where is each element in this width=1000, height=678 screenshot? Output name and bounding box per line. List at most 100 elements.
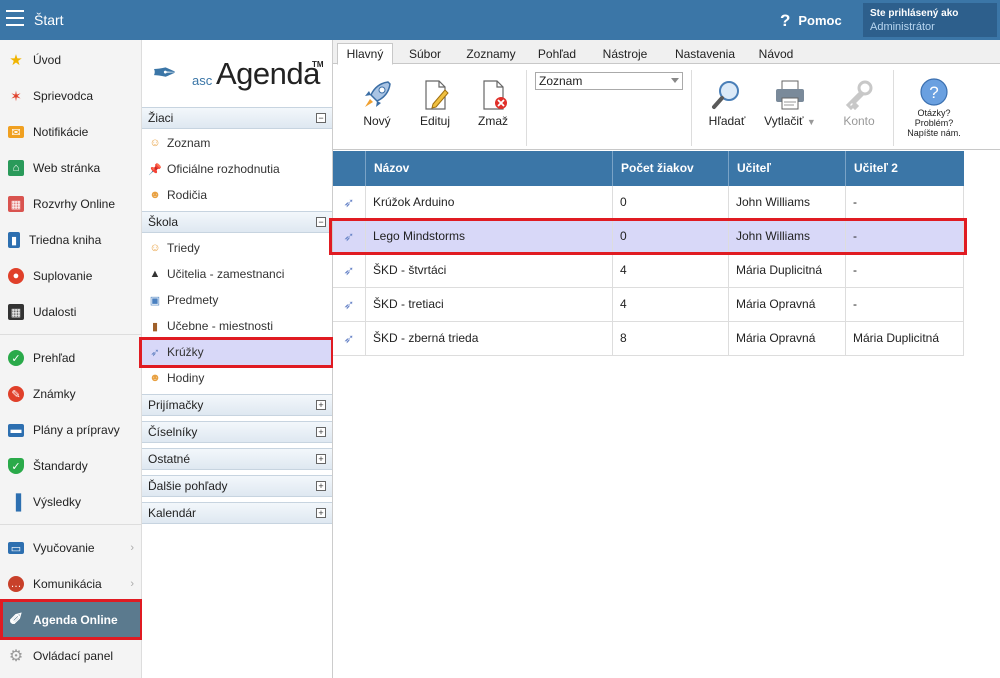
sidebar-divider xyxy=(0,334,142,335)
sidebar-item-znamky[interactable]: ✎ Známky xyxy=(0,376,142,412)
hamburger-menu-icon[interactable] xyxy=(6,10,24,26)
tab-subor[interactable]: Súbor xyxy=(397,44,453,64)
sidebar-item-rozvrhy-online[interactable]: ▦ Rozvrhy Online xyxy=(0,186,142,222)
svg-text:?: ? xyxy=(929,83,938,102)
sidebar-item-label: Udalosti xyxy=(33,305,77,319)
top-bar: Štart ? Pomoc Ste prihlásený ako Administ… xyxy=(0,0,1000,40)
magnifier-icon xyxy=(705,76,749,114)
sidebar-item-label: Triedna kniha xyxy=(29,233,102,247)
tab-pohlad[interactable]: Pohľad xyxy=(529,44,585,64)
tab-navod[interactable]: Návod xyxy=(749,44,803,64)
cell-ucitel-2: - xyxy=(846,254,964,288)
nav-item-predmety[interactable]: ▣ Predmety xyxy=(142,287,332,313)
tab-nastavenia[interactable]: Nastavenia xyxy=(667,44,743,64)
collapse-minus-icon[interactable]: − xyxy=(316,113,326,123)
edituj-label: Edituj xyxy=(419,114,451,128)
class-icon: ☺ xyxy=(149,242,161,254)
sidebar-item-udalosti[interactable]: ▦ Udalosti xyxy=(0,294,142,330)
konto-button[interactable]: Konto xyxy=(837,76,881,128)
cell-pocet-ziakov: 0 xyxy=(613,186,729,220)
logo-prefix: asc xyxy=(192,73,213,88)
rocket-icon: ➶ xyxy=(150,346,160,359)
table-row[interactable]: ➶ ŠKD - tretiaci 4 Mária Opravná - xyxy=(333,288,964,322)
sidebar-item-vysledky[interactable]: ▐ Výsledky xyxy=(0,484,142,520)
sidebar-item-suplovanie[interactable]: ● Suplovanie xyxy=(0,258,142,294)
table-row[interactable]: ➶ ŠKD - zberná trieda 8 Mária Opravná Má… xyxy=(333,322,964,356)
nav-item-zoznam[interactable]: ☺ Zoznam xyxy=(142,130,332,156)
header-ucitel-2[interactable]: Učiteľ 2 xyxy=(846,151,964,186)
sidebar-item-triedna-kniha[interactable]: ▮ Triedna kniha xyxy=(0,222,142,258)
door-icon: ▮ xyxy=(151,320,159,333)
group-prijimacky[interactable]: Prijímačky + xyxy=(142,394,332,416)
tab-zoznamy[interactable]: Zoznamy xyxy=(459,44,523,64)
group-kalendar[interactable]: Kalendár + xyxy=(142,502,332,524)
tab-hlavny[interactable]: Hlavný xyxy=(337,43,393,65)
header-ucitel[interactable]: Učiteľ xyxy=(729,151,846,186)
help-button[interactable]: ? Pomoc xyxy=(780,11,842,31)
sidebar-item-standardy[interactable]: ✓ Štandardy xyxy=(0,448,142,484)
group-ziaci[interactable]: Žiaci − xyxy=(142,107,332,129)
header-pocet-ziakov[interactable]: Počet žiakov xyxy=(613,151,729,186)
calendar-icon: ▦ xyxy=(8,304,24,320)
start-label[interactable]: Štart xyxy=(34,12,64,28)
book-icon: ▮ xyxy=(8,232,20,248)
tab-nastroje[interactable]: Nástroje xyxy=(593,44,657,64)
hladat-button[interactable]: Hľadať xyxy=(705,76,749,128)
view-select[interactable]: Zoznam xyxy=(535,72,683,90)
cell-ucitel-2: - xyxy=(846,186,964,220)
sidebar-item-label: Sprievodca xyxy=(33,89,94,103)
collapse-minus-icon[interactable]: − xyxy=(316,217,326,227)
nav-item-kruzky[interactable]: ➶ Krúžky xyxy=(142,339,332,365)
sidebar-item-plany-a-pripravy[interactable]: ▬ Plány a prípravy xyxy=(0,412,142,448)
student-icon: ☺ xyxy=(149,137,161,149)
dropdown-arrow-icon[interactable]: ▼ xyxy=(807,117,816,127)
table-row[interactable]: ➶ Lego Mindstorms 0 John Williams - xyxy=(333,220,964,254)
expand-plus-icon[interactable]: + xyxy=(316,454,326,464)
group-dalsie-pohlady[interactable]: Ďalšie pohľady + xyxy=(142,475,332,497)
nav-item-label: Triedy xyxy=(167,241,200,255)
cell-pocet-ziakov: 8 xyxy=(613,322,729,356)
nav-item-label: Predmety xyxy=(167,293,219,307)
nav-item-triedy[interactable]: ☺ Triedy xyxy=(142,235,332,261)
header-nazov[interactable]: Názov xyxy=(366,151,613,186)
questions-line-1: Otázky? xyxy=(917,108,951,118)
nav-item-ucebne[interactable]: ▮ Učebne - miestnosti xyxy=(142,313,332,339)
group-label: Číselníky xyxy=(148,425,198,439)
feather-logo-icon: ✒ xyxy=(152,57,178,90)
edituj-button[interactable]: Edituj xyxy=(413,76,457,128)
expand-plus-icon[interactable]: + xyxy=(316,508,326,518)
expand-plus-icon[interactable]: + xyxy=(316,400,326,410)
expand-plus-icon[interactable]: + xyxy=(316,481,326,491)
sidebar-item-ovladaci-panel[interactable]: ⚙ Ovládací panel xyxy=(0,638,142,674)
ribbon-separator xyxy=(893,70,894,146)
sidebar-item-sprievodca[interactable]: ✶ Sprievodca xyxy=(0,78,142,114)
sidebar-item-komunikacia[interactable]: … Komunikácia › xyxy=(0,566,142,602)
questions-button[interactable]: ? Otázky? Problém? Napíšte nám. xyxy=(903,76,965,138)
sidebar-item-label: Komunikácia xyxy=(33,577,102,591)
nav-item-label: Zoznam xyxy=(167,136,211,150)
zmaz-button[interactable]: Zmaž xyxy=(471,76,515,128)
nav-item-oficialne-rozhodnutia[interactable]: 📌 Oficiálne rozhodnutia xyxy=(142,156,332,182)
expand-plus-icon[interactable]: + xyxy=(316,427,326,437)
group-skola[interactable]: Škola − xyxy=(142,211,332,233)
chevron-right-icon: › xyxy=(130,542,134,554)
nav-item-rodicia[interactable]: ☻ Rodičia xyxy=(142,182,332,208)
user-box[interactable]: Ste prihlásený ako Administrátor xyxy=(863,3,997,37)
nav-item-hodiny[interactable]: ☻ Hodiny xyxy=(142,365,332,391)
open-book-icon: ▭ xyxy=(8,542,24,555)
table-row[interactable]: ➶ ŠKD - štvrtáci 4 Mária Duplicitná - xyxy=(333,254,964,288)
sidebar-item-agenda-online[interactable]: ✐ Agenda Online xyxy=(0,602,142,638)
sidebar-item-prehlad[interactable]: ✓ Prehľad xyxy=(0,340,142,376)
table-row[interactable]: ➶ Krúžok Arduino 0 John Williams - xyxy=(333,186,964,220)
nav-item-ucitelia[interactable]: ▲ Učitelia - zamestnanci xyxy=(142,261,332,287)
novy-button[interactable]: Nový xyxy=(355,76,399,128)
cell-ucitel: John Williams xyxy=(729,220,846,254)
sidebar-item-vyucovanie[interactable]: ▭ Vyučovanie › xyxy=(0,530,142,566)
group-ciselniky[interactable]: Číselníky + xyxy=(142,421,332,443)
logo-name: Agenda xyxy=(216,56,320,91)
sidebar-item-notifikacie[interactable]: ✉ Notifikácie xyxy=(0,114,142,150)
sidebar-item-web-stranka[interactable]: ⌂ Web stránka xyxy=(0,150,142,186)
vytlacit-button[interactable]: Vytlačiť ▼ xyxy=(759,76,821,128)
group-ostatne[interactable]: Ostatné + xyxy=(142,448,332,470)
sidebar-item-uvod[interactable]: ★ Úvod xyxy=(0,42,142,78)
